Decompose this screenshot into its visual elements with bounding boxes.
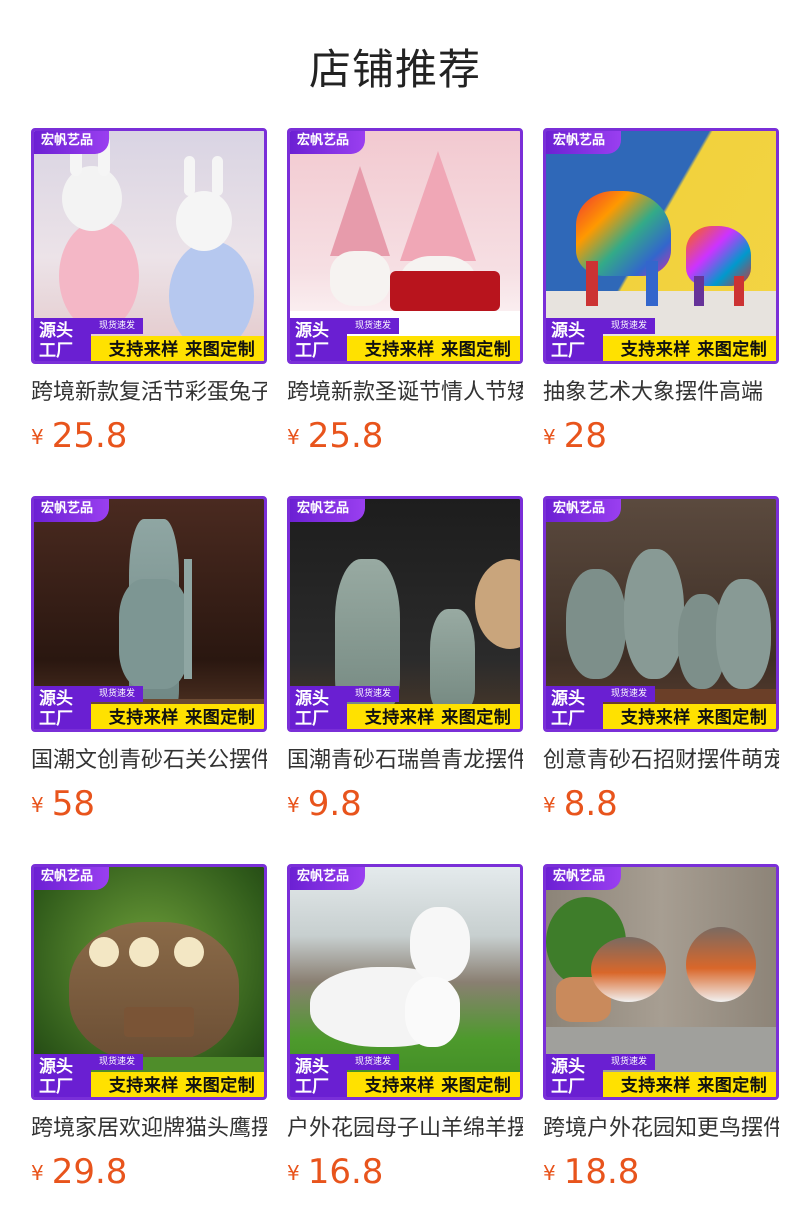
stock-badge: 现货速发	[603, 1054, 656, 1070]
promo-banner: 源头 工厂 现货速发 支持来样 来图定制	[34, 686, 264, 729]
product-card[interactable]: 宏帆艺品 源头 工厂 现货速发 支持来样 来图定制 创意青砂石招财摆件萌宠 ¥8.…	[543, 496, 779, 830]
currency-symbol: ¥	[287, 425, 300, 449]
promo-banner: 源头 工厂 现货速发 支持来样 来图定制	[290, 686, 520, 729]
product-name[interactable]: 国潮青砂石瑞兽青龙摆件	[287, 746, 523, 776]
source-factory-label: 源头 工厂	[546, 318, 603, 361]
custom-order-label: 支持来样 来图定制	[91, 1072, 264, 1097]
custom-order-label: 支持来样 来图定制	[603, 336, 776, 361]
product-price: ¥25.8	[31, 416, 128, 456]
promo-banner: 源头 工厂 现货速发 支持来样 来图定制	[546, 1054, 776, 1097]
product-name[interactable]: 跨境家居欢迎牌猫头鹰摆件	[31, 1114, 267, 1144]
product-card[interactable]: 宏帆艺品 源头 工厂 现货速发 支持来样 来图定制 国潮文创青砂石关公摆件 ¥58	[31, 496, 267, 830]
promo-banner: 源头 工厂 现货速发 支持来样 来图定制	[290, 318, 520, 361]
promo-banner: 源头 工厂 现货速发 支持来样 来图定制	[290, 1054, 520, 1097]
product-card[interactable]: 宏帆艺品 源头 工厂 现货速发 支持来样 来图定制 抽象艺术大象摆件高端 ¥28	[543, 128, 779, 462]
brand-tag: 宏帆艺品	[290, 131, 366, 154]
product-name[interactable]: 户外花园母子山羊绵羊摆件	[287, 1114, 523, 1144]
stock-badge: 现货速发	[347, 318, 400, 334]
currency-symbol: ¥	[31, 425, 44, 449]
currency-symbol: ¥	[287, 1161, 300, 1185]
product-price: ¥58	[31, 784, 95, 824]
product-image[interactable]: 宏帆艺品 源头 工厂 现货速发 支持来样 来图定制	[543, 496, 779, 732]
product-price: ¥18.8	[543, 1152, 640, 1192]
stock-badge: 现货速发	[91, 318, 144, 334]
currency-symbol: ¥	[543, 1161, 556, 1185]
product-image[interactable]: 宏帆艺品 源头 工厂 现货速发 支持来样 来图定制	[287, 864, 523, 1100]
product-image[interactable]: 宏帆艺品 源头 工厂 现货速发 支持来样 来图定制	[287, 496, 523, 732]
custom-order-label: 支持来样 来图定制	[347, 704, 520, 729]
product-price: ¥9.8	[287, 784, 362, 824]
source-factory-label: 源头 工厂	[34, 318, 91, 361]
product-card[interactable]: 宏帆艺品 源头 工厂 现货速发 支持来样 来图定制 跨境户外花园知更鸟摆件 ¥18…	[543, 864, 779, 1198]
product-price: ¥28	[543, 416, 607, 456]
product-grid: 宏帆艺品 源头 工厂 现货速发 支持来样 来图定制 跨境新款复活节彩蛋兔子 ¥25…	[0, 0, 790, 1232]
currency-symbol: ¥	[31, 1161, 44, 1185]
stock-badge: 现货速发	[347, 1054, 400, 1070]
currency-symbol: ¥	[31, 793, 44, 817]
product-card[interactable]: 宏帆艺品 源头工厂 现货速发 支持来样 来图定制 跨境新款圣诞节情人节矮人 ¥2…	[287, 128, 523, 462]
source-factory-label: 源头 工厂	[546, 686, 603, 729]
brand-tag: 宏帆艺品	[34, 499, 110, 522]
product-card[interactable]: 宏帆艺品 源头工厂 现货速发 支持来样 来图定制 跨境家居欢迎牌猫头鹰摆件 ¥2…	[31, 864, 267, 1198]
brand-tag: 宏帆艺品	[34, 131, 110, 154]
product-image[interactable]: 宏帆艺品 源头 工厂 现货速发 支持来样 来图定制	[31, 128, 267, 364]
product-name[interactable]: 国潮文创青砂石关公摆件	[31, 746, 267, 776]
product-image[interactable]: 宏帆艺品 源头 工厂 现货速发 支持来样 来图定制	[543, 128, 779, 364]
promo-banner: 源头 工厂 现货速发 支持来样 来图定制	[546, 318, 776, 361]
currency-symbol: ¥	[543, 425, 556, 449]
promo-banner: 源头 工厂 现货速发 支持来样 来图定制	[34, 1054, 264, 1097]
product-card[interactable]: 宏帆艺品 源头工厂 现货速发 支持来样 来图定制 户外花园母子山羊绵羊摆件 ¥1…	[287, 864, 523, 1198]
stock-badge: 现货速发	[91, 686, 144, 702]
source-factory-label: 源头 工厂	[34, 686, 91, 729]
custom-order-label: 支持来样 来图定制	[347, 1072, 520, 1097]
custom-order-label: 支持来样 来图定制	[603, 1072, 776, 1097]
brand-tag: 宏帆艺品	[34, 867, 110, 890]
product-price: ¥29.8	[31, 1152, 128, 1192]
product-card[interactable]: 宏帆艺品 源头 工厂 现货速发 支持来样 来图定制 国潮青砂石瑞兽青龙摆件 ¥9.…	[287, 496, 523, 830]
brand-tag: 宏帆艺品	[290, 499, 366, 522]
product-image[interactable]: 宏帆艺品 源头 工厂 现货速发 支持来样 来图定制	[543, 864, 779, 1100]
source-factory-label: 源头 工厂	[290, 686, 347, 729]
currency-symbol: ¥	[543, 793, 556, 817]
source-factory-label: 源头 工厂	[290, 318, 347, 361]
currency-symbol: ¥	[287, 793, 300, 817]
product-image[interactable]: 宏帆艺品 源头 工厂 现货速发 支持来样 来图定制	[287, 128, 523, 364]
source-factory-label: 源头 工厂	[34, 1054, 91, 1097]
product-name[interactable]: 跨境户外花园知更鸟摆件	[543, 1114, 779, 1144]
product-price: ¥16.8	[287, 1152, 384, 1192]
source-factory-label: 源头 工厂	[290, 1054, 347, 1097]
product-name[interactable]: 跨境新款复活节彩蛋兔子	[31, 378, 267, 408]
product-name[interactable]: 抽象艺术大象摆件高端	[543, 378, 779, 408]
brand-tag: 宏帆艺品	[546, 131, 622, 154]
product-price: ¥25.8	[287, 416, 384, 456]
brand-tag: 宏帆艺品	[290, 867, 366, 890]
product-price: ¥8.8	[543, 784, 618, 824]
stock-badge: 现货速发	[603, 318, 656, 334]
custom-order-label: 支持来样 来图定制	[91, 336, 264, 361]
promo-banner: 源头 工厂 现货速发 支持来样 来图定制	[546, 686, 776, 729]
brand-tag: 宏帆艺品	[546, 499, 622, 522]
product-image[interactable]: 宏帆艺品 源头 工厂 现货速发 支持来样 来图定制	[31, 864, 267, 1100]
custom-order-label: 支持来样 来图定制	[347, 336, 520, 361]
product-image[interactable]: 宏帆艺品 源头 工厂 现货速发 支持来样 来图定制	[31, 496, 267, 732]
product-name[interactable]: 创意青砂石招财摆件萌宠	[543, 746, 779, 776]
product-card[interactable]: 宏帆艺品 源头 工厂 现货速发 支持来样 来图定制 跨境新款复活节彩蛋兔子 ¥25…	[31, 128, 267, 462]
source-factory-label: 源头 工厂	[546, 1054, 603, 1097]
stock-badge: 现货速发	[347, 686, 400, 702]
custom-order-label: 支持来样 来图定制	[603, 704, 776, 729]
stock-badge: 现货速发	[91, 1054, 144, 1070]
product-name[interactable]: 跨境新款圣诞节情人节矮人	[287, 378, 523, 408]
promo-banner: 源头 工厂 现货速发 支持来样 来图定制	[34, 318, 264, 361]
brand-tag: 宏帆艺品	[546, 867, 622, 890]
custom-order-label: 支持来样 来图定制	[91, 704, 264, 729]
stock-badge: 现货速发	[603, 686, 656, 702]
